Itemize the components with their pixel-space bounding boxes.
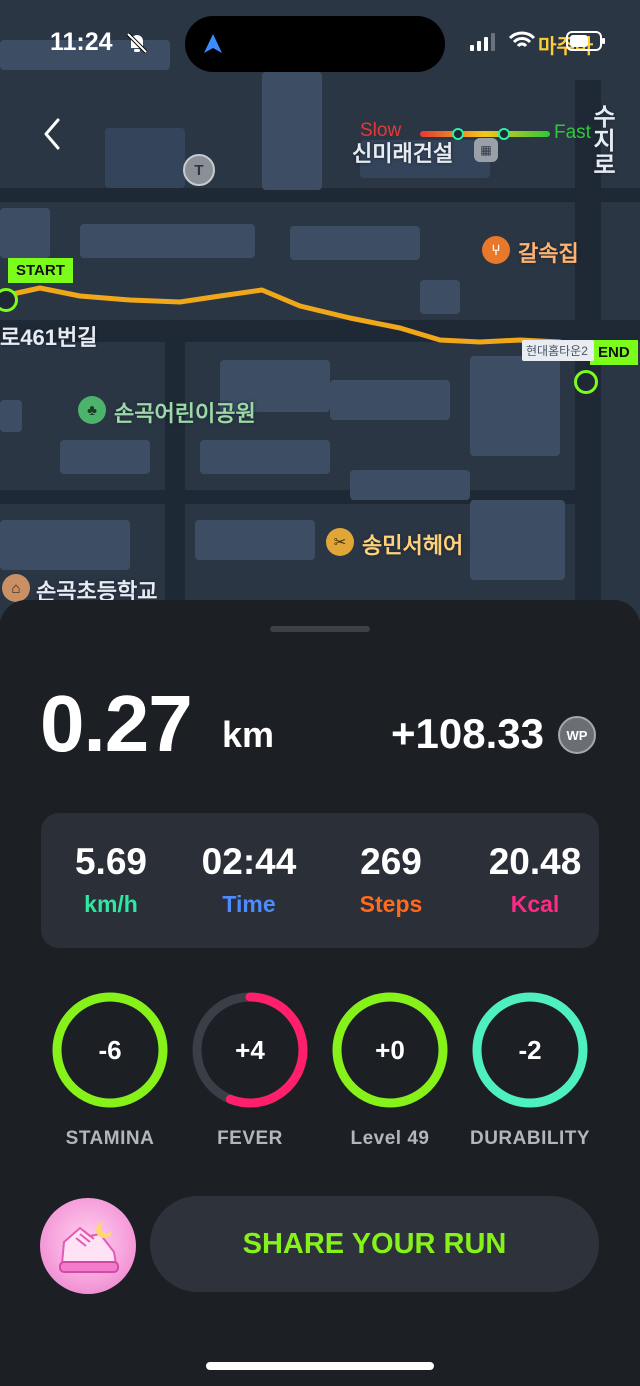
stat-value: 5.69 — [74, 841, 147, 882]
fever-ring: +4 — [190, 990, 310, 1110]
stat-value: 269 — [360, 841, 422, 882]
durability-ring: -2 — [470, 990, 590, 1110]
durability-label: DURABILITY — [469, 1128, 591, 1149]
wifi-icon — [508, 31, 536, 48]
stamina-label: STAMINA — [65, 1128, 155, 1149]
distance-value: 0.27 — [40, 679, 193, 768]
park-icon: ♣ — [78, 396, 106, 424]
back-button[interactable] — [36, 112, 76, 156]
distance-unit: km — [222, 714, 275, 755]
stat-label: km/h — [84, 891, 138, 917]
route-path — [5, 285, 589, 359]
stat-kcal: 20.48 Kcal — [465, 841, 605, 918]
poi-restaurant-label: 갈속집 — [518, 241, 579, 266]
building-icon: ▦ — [474, 138, 498, 162]
stamina-ring: -6 — [50, 990, 170, 1110]
stat-speed: 5.69 km/h — [41, 841, 181, 918]
level-ring: +0 — [330, 990, 450, 1110]
run-summary-panel: 0.27 km +108.33 WP 5.69 km/h 02:44 Time … — [0, 600, 640, 1386]
transit-icon: T — [183, 154, 215, 186]
apartment-label: 현대홈타운2 — [522, 340, 594, 361]
end-flag: END — [590, 340, 638, 365]
stat-label: Kcal — [510, 891, 560, 917]
salon-icon: ✂ — [326, 528, 354, 556]
stat-label: Time — [222, 891, 276, 917]
chevron-left-icon — [44, 118, 60, 150]
bell-slash-icon — [126, 32, 148, 54]
stat-value: 20.48 — [488, 841, 582, 882]
home-indicator[interactable] — [206, 1362, 434, 1370]
school-icon: ⌂ — [2, 574, 30, 602]
wp-coin-icon: WP — [558, 716, 596, 754]
level-value: +0 — [375, 1034, 405, 1065]
poi-building-label: 신미래건설 — [352, 141, 454, 166]
road-label-left: 로461번길 — [0, 325, 98, 350]
battery-icon — [566, 31, 605, 51]
route-map[interactable]: START END Slow Fast T 신미래건설 ▦ ⑂ 갈속집 로461… — [0, 0, 640, 620]
durability-value: -2 — [518, 1034, 542, 1065]
share-run-button[interactable]: SHARE YOUR RUN — [150, 1196, 599, 1292]
stamina-value: -6 — [98, 1034, 122, 1065]
level-label: Level 49 — [350, 1128, 430, 1149]
location-arrow-icon — [204, 34, 222, 53]
stat-value: 02:44 — [201, 841, 297, 882]
stats-card: 5.69 km/h 02:44 Time 269 Steps 20.48 Kca… — [41, 813, 599, 948]
wp-gain-value: +108.33 — [391, 710, 544, 757]
sneaker-icon — [59, 1222, 119, 1273]
dynamic-island — [185, 16, 445, 72]
stat-label: Steps — [359, 891, 423, 917]
sneaker-avatar[interactable] — [40, 1198, 136, 1294]
start-flag: START — [8, 258, 73, 283]
status-bar: 11:24 마주마 — [0, 0, 640, 80]
road-label-right: 수지로 — [588, 104, 615, 176]
fever-label: FEVER — [217, 1128, 283, 1149]
poi-park-label: 손곡어린이공원 — [114, 401, 256, 426]
stat-steps: 269 Steps — [321, 841, 461, 918]
drag-handle[interactable] — [270, 626, 370, 632]
cellular-signal-icon — [470, 33, 495, 51]
fever-value: +4 — [235, 1034, 265, 1065]
poi-salon-label: 송민서헤어 — [362, 533, 464, 558]
stat-time: 02:44 Time — [179, 841, 319, 918]
status-time: 11:24 — [50, 28, 113, 56]
restaurant-icon: ⑂ — [482, 236, 510, 264]
end-marker — [574, 370, 598, 394]
